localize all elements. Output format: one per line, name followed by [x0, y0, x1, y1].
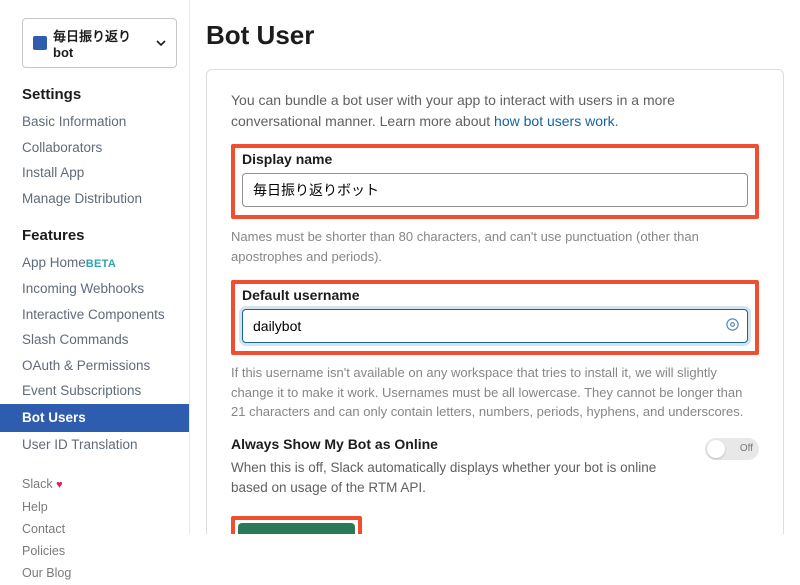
footer-link-policies[interactable]: Policies — [22, 540, 177, 562]
app-selector[interactable]: 毎日振り返りbot — [22, 18, 177, 68]
always-online-toggle[interactable]: Off — [705, 438, 759, 460]
display-name-input[interactable] — [242, 173, 748, 207]
sidebar-item-manage-distribution[interactable]: Manage Distribution — [22, 186, 177, 212]
sidebar-item-bot-users[interactable]: Bot Users — [0, 404, 189, 432]
always-online-desc: When this is off, Slack automatically di… — [231, 458, 691, 499]
app-icon — [33, 36, 47, 50]
sidebar-item-user-id-translation[interactable]: User ID Translation — [22, 432, 177, 458]
footer-link-slack[interactable]: Slack ♥ — [22, 473, 177, 496]
intro-text: You can bundle a bot user with your app … — [231, 90, 759, 132]
display-name-highlight: Display name — [231, 144, 759, 219]
add-bot-user-button[interactable]: Add Bot User — [238, 523, 355, 534]
chevron-down-icon — [156, 36, 166, 51]
default-username-help: If this username isn't available on any … — [231, 363, 759, 422]
footer-link-contact[interactable]: Contact — [22, 518, 177, 540]
sidebar: 毎日振り返りbot Settings Basic Information Col… — [0, 0, 190, 534]
always-online-title: Always Show My Bot as Online — [231, 436, 691, 452]
sidebar-item-app-home[interactable]: App HomeBETA — [22, 250, 177, 276]
sidebar-section-settings: Settings — [22, 86, 177, 103]
footer-link-our-blog[interactable]: Our Blog — [22, 562, 177, 584]
sidebar-item-basic-information[interactable]: Basic Information — [22, 109, 177, 135]
add-bot-user-highlight: Add Bot User — [231, 516, 362, 534]
default-username-input[interactable] — [242, 309, 748, 343]
bot-user-card: You can bundle a bot user with your app … — [206, 69, 784, 534]
sidebar-item-slash-commands[interactable]: Slash Commands — [22, 327, 177, 353]
sidebar-section-features: Features — [22, 227, 177, 244]
app-selector-name: 毎日振り返りbot — [53, 26, 150, 60]
display-name-help: Names must be shorter than 80 characters… — [231, 227, 759, 266]
main-content: Bot User You can bundle a bot user with … — [190, 0, 800, 534]
toggle-off-label: Off — [740, 443, 753, 454]
sidebar-item-install-app[interactable]: Install App — [22, 160, 177, 186]
default-username-label: Default username — [242, 287, 748, 303]
how-bot-users-work-link[interactable]: how bot users work — [494, 113, 615, 129]
footer-link-help[interactable]: Help — [22, 496, 177, 518]
default-username-highlight: Default username — [231, 280, 759, 355]
display-name-label: Display name — [242, 151, 748, 167]
always-online-row: Always Show My Bot as Online When this i… — [231, 436, 759, 499]
page-title: Bot User — [206, 20, 784, 51]
beta-badge: BETA — [86, 258, 116, 270]
sidebar-item-event-subscriptions[interactable]: Event Subscriptions — [22, 378, 177, 404]
sidebar-item-interactive-components[interactable]: Interactive Components — [22, 302, 177, 328]
suggestion-icon — [725, 317, 740, 335]
sidebar-item-oauth-permissions[interactable]: OAuth & Permissions — [22, 353, 177, 379]
heart-icon: ♥ — [56, 479, 63, 491]
sidebar-item-collaborators[interactable]: Collaborators — [22, 135, 177, 161]
sidebar-footer: Slack ♥ Help Contact Policies Our Blog — [22, 473, 177, 584]
sidebar-item-incoming-webhooks[interactable]: Incoming Webhooks — [22, 276, 177, 302]
toggle-knob — [707, 440, 725, 458]
